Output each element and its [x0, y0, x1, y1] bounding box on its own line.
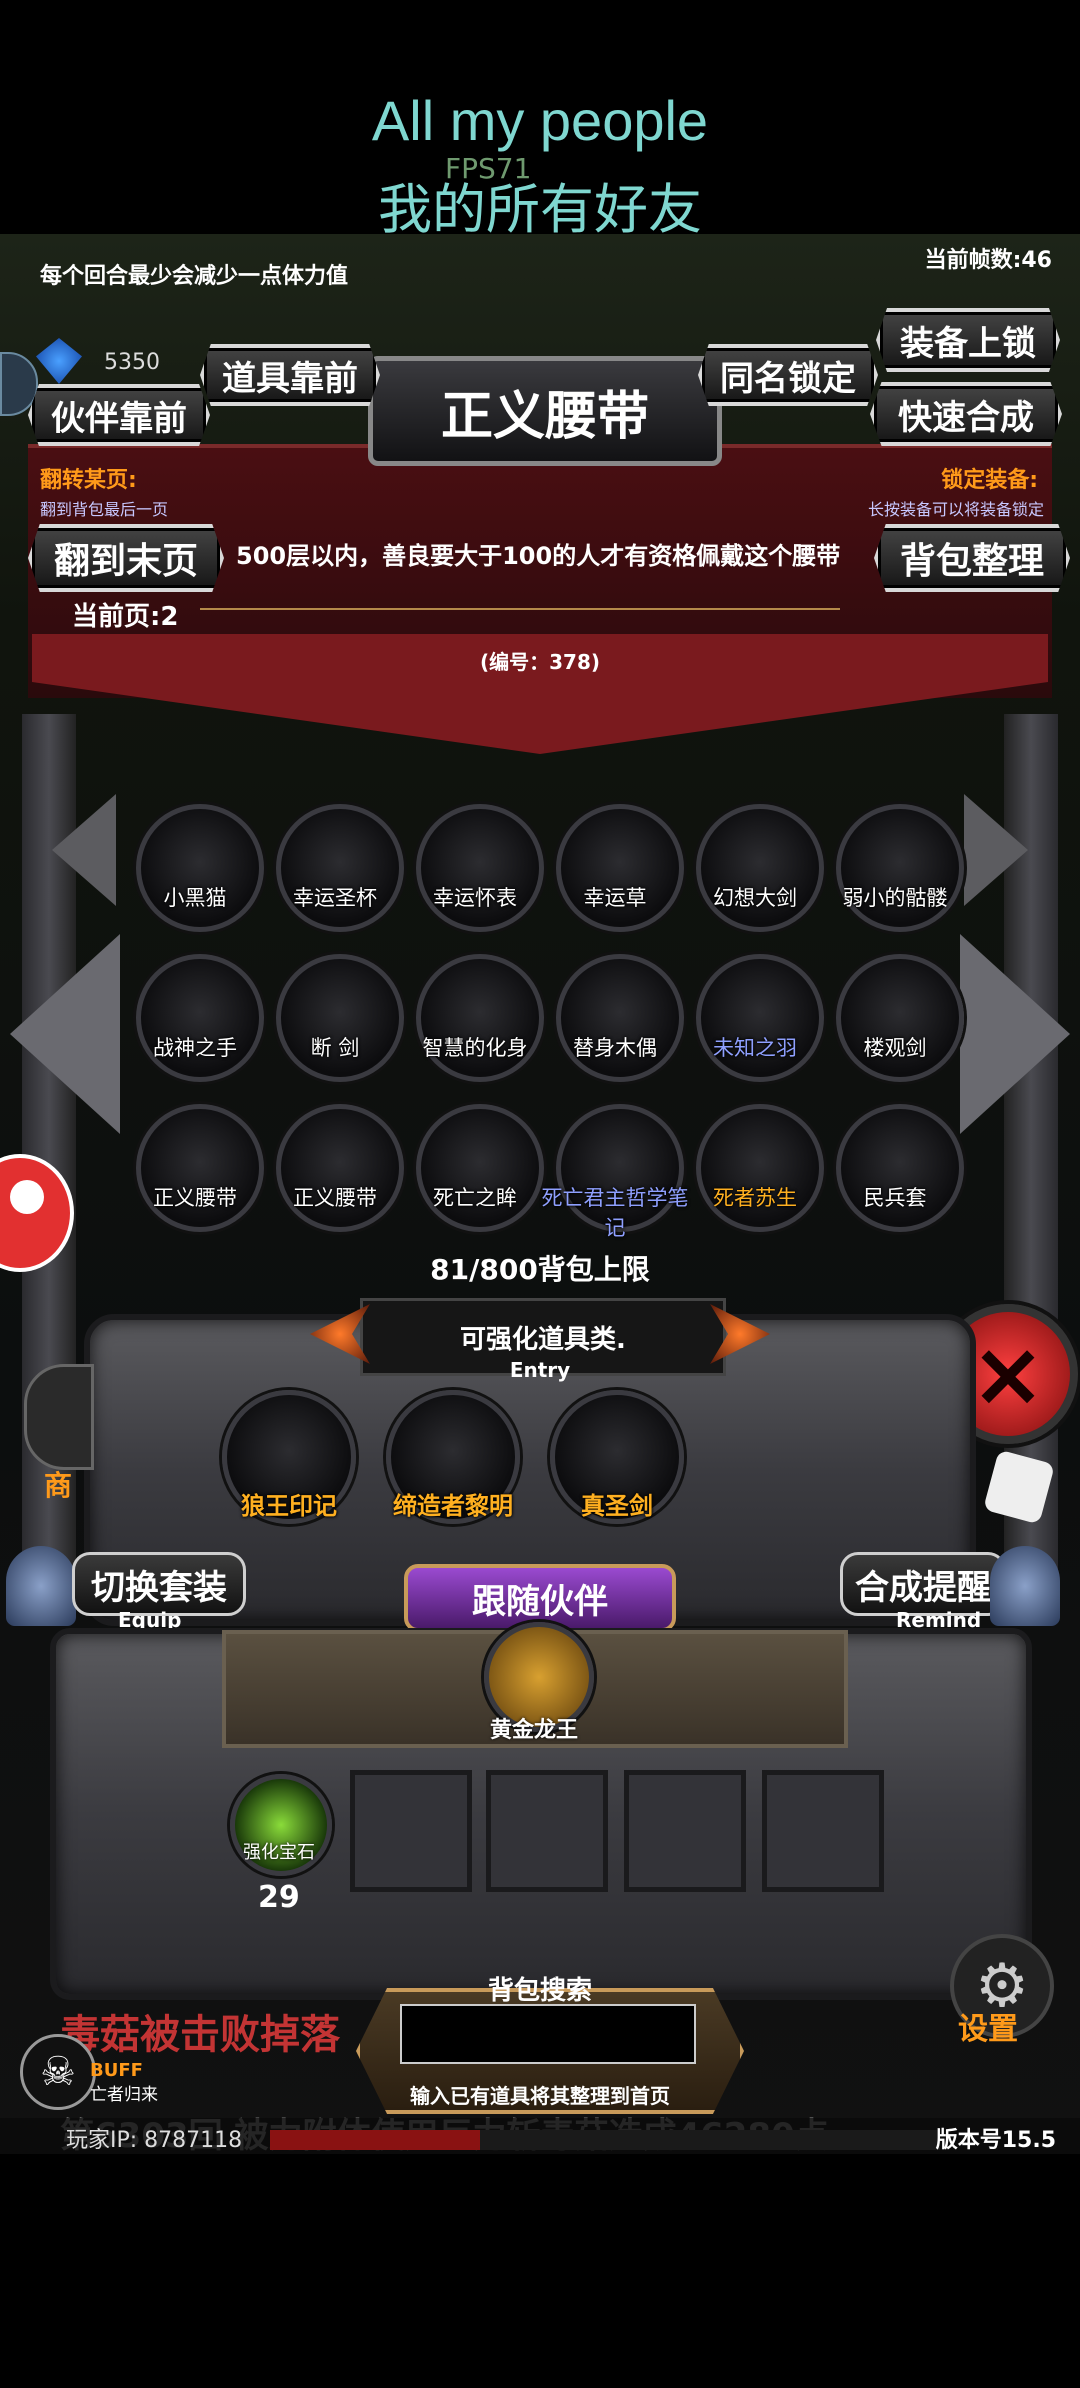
settings-label: 设置 [958, 2012, 1018, 2047]
enhance-item-label: 狼王印记 [241, 1492, 337, 1520]
wisdom-avatar-icon[interactable] [416, 954, 544, 1082]
gold-orb-icon[interactable] [416, 1104, 544, 1232]
material-name: 强化宝石 [243, 1842, 315, 1863]
skeleton-icon[interactable] [836, 804, 964, 932]
empty-slot-3[interactable] [624, 1770, 746, 1892]
enhance-items: 狼王印记 缔造者黎明 真圣剑 [222, 1390, 702, 1530]
broken-sword-icon[interactable] [276, 954, 404, 1082]
hint-text: 每个回合最少会减少一点体力值 [40, 264, 349, 289]
belt-icon[interactable] [136, 1104, 264, 1232]
katana-icon[interactable] [836, 954, 964, 1082]
helmet-right-icon [990, 1546, 1060, 1626]
inventory-item-label: 幻想大剑 [713, 886, 797, 910]
inventory-item-label: 智慧的化身 [422, 1036, 528, 1060]
game-screen: 每个回合最少会减少一点体力值 当前帧数:46 5350 正义腰带 伙伴靠前 道具… [0, 234, 1080, 2154]
inventory-item-label: 民兵套 [863, 1186, 927, 1210]
lock-equip-desc: 长按装备可以将装备锁定 [867, 500, 1044, 519]
gem-count: 5350 [104, 350, 160, 375]
shop-label: 商 [44, 1469, 73, 1502]
pocket-watch-icon[interactable] [416, 804, 544, 932]
inventory-grid: 小黑猫 幸运圣杯 幸运怀表 幸运草 幻想大剑 弱小的骷髅战神之手 断 剑 智慧的化身 替身木偶 未… [136, 804, 966, 1274]
resurrection-icon[interactable] [696, 1104, 824, 1232]
skull-icon[interactable]: ☠ [20, 2034, 96, 2110]
feather-icon[interactable] [696, 954, 824, 1082]
buff-name: 亡者归来 [90, 2085, 158, 2105]
inventory-item-label: 弱小的骷髅 [842, 886, 948, 910]
divider [200, 608, 840, 610]
empty-slot-1[interactable] [350, 1770, 472, 1892]
inventory-item-label: 替身木偶 [573, 1036, 657, 1060]
enhance-item-label: 缔造者黎明 [393, 1492, 513, 1520]
search-title: 背包搜索 [487, 1976, 592, 2006]
enhance-item-label: 真圣剑 [581, 1492, 653, 1520]
inventory-item-label: 楼观剑 [863, 1036, 927, 1060]
partner-name: 黄金龙王 [489, 1718, 578, 1743]
inventory-item-label: 死亡之眸 [433, 1186, 517, 1210]
empty-slot-2[interactable] [486, 1770, 608, 1892]
gem-icon [36, 338, 82, 384]
lyric-english: All my people [371, 89, 709, 152]
inventory-item-label: 幸运怀表 [433, 886, 517, 910]
bag-capacity: 81/800背包上限 [430, 1253, 650, 1286]
jump-last-page-button[interactable]: 翻到末页 [28, 524, 224, 592]
merge-remind-button[interactable]: 合成提醒 [840, 1552, 1006, 1616]
inventory-item-label: 正义腰带 [153, 1186, 237, 1210]
prev-page-arrow-icon[interactable] [10, 934, 120, 1134]
hp-track [480, 2130, 940, 2150]
belt-icon[interactable] [276, 1104, 404, 1232]
next-page-small-arrow-icon[interactable] [964, 794, 1028, 906]
fantasy-sword-icon[interactable] [696, 804, 824, 932]
flip-page-label: 翻转某页: [40, 468, 137, 493]
drop-scroll-text: 毒菇被击败掉落 [60, 2012, 340, 2058]
entry-label: Entry [509, 1358, 571, 1382]
item-title: 正义腰带 [368, 356, 722, 466]
inventory-item-label: 死亡君主哲学笔记 [541, 1186, 689, 1240]
clover-icon[interactable] [556, 804, 684, 932]
war-hand-icon[interactable] [136, 954, 264, 1082]
shop-button[interactable] [24, 1364, 94, 1470]
inventory-item-label: 幸运草 [583, 886, 647, 910]
quick-merge-button[interactable]: 快速合成 [870, 382, 1062, 446]
empty-slot-4[interactable] [762, 1770, 884, 1892]
material-count: 29 [258, 1880, 300, 1915]
inventory-item-label: 断 剑 [310, 1036, 360, 1060]
item-description: 500层以内，善良要大于100的人才有资格佩戴这个腰带 [236, 542, 841, 570]
hp-fill [270, 2130, 480, 2150]
lock-equip-label: 锁定装备: [941, 468, 1038, 493]
person-icon [10, 1180, 44, 1214]
item-front-button[interactable]: 道具靠前 [200, 344, 380, 406]
inventory-item-label: 正义腰带 [293, 1186, 377, 1210]
inventory-item-label: 小黑猫 [163, 886, 227, 910]
switch-set-button[interactable]: 切换套装 [72, 1552, 246, 1616]
prev-page-small-arrow-icon[interactable] [52, 794, 116, 906]
equip-lock-button[interactable]: 装备上锁 [876, 308, 1060, 372]
search-hint: 输入已有道具将其整理到首页 [410, 2084, 670, 2108]
fps-counter: 当前帧数:46 [924, 248, 1052, 273]
search-input[interactable] [400, 2004, 696, 2064]
buff-label: BUFF [90, 2060, 143, 2081]
wooden-puppet-icon[interactable] [556, 954, 684, 1082]
black-cat-icon[interactable] [136, 804, 264, 932]
holy-grail-icon[interactable] [276, 804, 404, 932]
player-ip: 玩家IP: 8787118 [66, 2128, 243, 2153]
next-page-arrow-icon[interactable] [960, 934, 1070, 1134]
helmet-icon [6, 1546, 76, 1626]
bag-sort-button[interactable]: 背包整理 [874, 524, 1070, 592]
inventory-item-label: 死者苏生 [713, 1186, 797, 1210]
flip-page-desc: 翻到背包最后一页 [40, 500, 169, 519]
lyric-chinese: 我的所有好友 [378, 178, 702, 241]
current-page: 当前页:2 [72, 602, 179, 632]
item-id: (编号：378) [479, 650, 601, 674]
version-label: 版本号15.5 [935, 2128, 1056, 2153]
inventory-item-label: 战神之手 [153, 1036, 237, 1060]
partner-front-button[interactable]: 伙伴靠前 [28, 384, 210, 446]
militia-set-icon[interactable] [836, 1104, 964, 1232]
inventory-item-label: 幸运圣杯 [293, 886, 377, 910]
same-name-lock-button[interactable]: 同名锁定 [698, 344, 878, 406]
inventory-item-label: 未知之羽 [713, 1036, 797, 1060]
